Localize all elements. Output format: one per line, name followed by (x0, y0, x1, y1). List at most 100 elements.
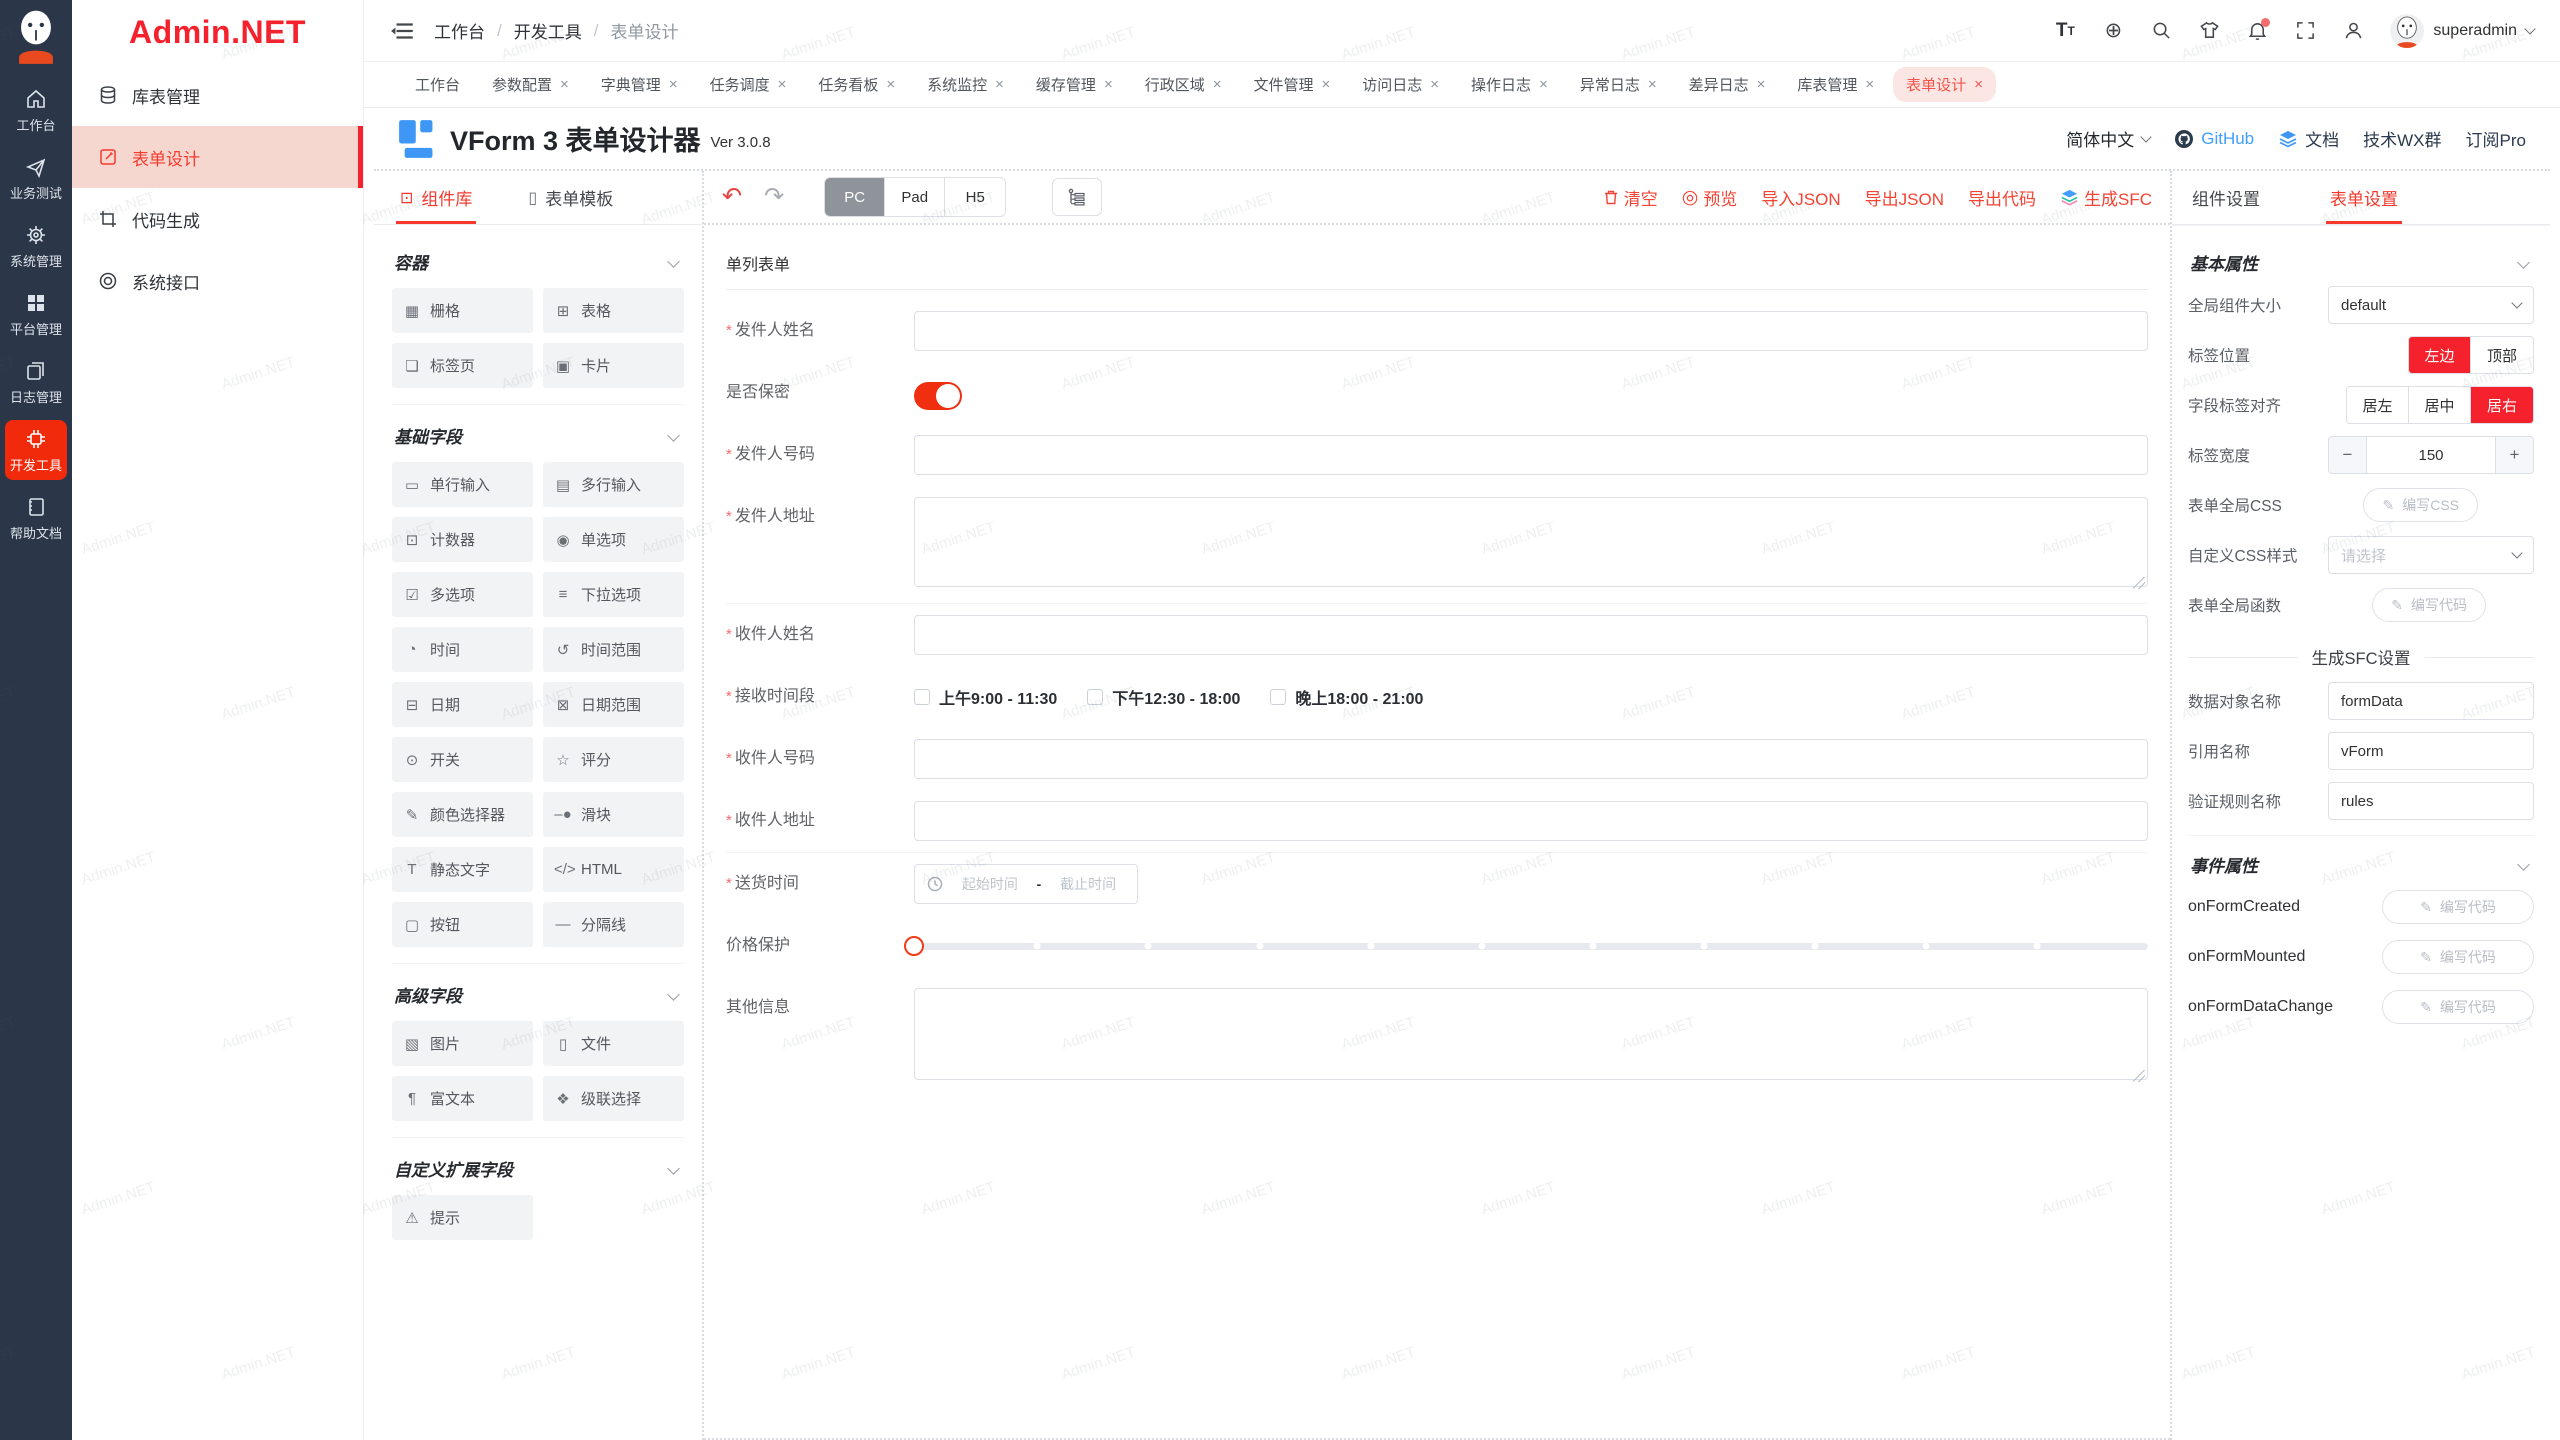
widget-textarea[interactable]: ▤多行输入 (543, 462, 684, 507)
time-slot-morning[interactable]: 上午9:00 - 11:30 (914, 685, 1057, 709)
export-code-button[interactable]: 导出代码 (1968, 185, 2036, 210)
page-tab[interactable]: 访问日志× (1349, 67, 1452, 102)
widget-switch[interactable]: ⊙开关 (392, 737, 533, 782)
page-tab[interactable]: 任务看板× (805, 67, 908, 102)
basic-props-header[interactable]: 基本属性 (2190, 250, 2532, 275)
slider-track[interactable] (914, 943, 2148, 950)
confidential-switch[interactable] (914, 382, 962, 410)
price-protection-slider[interactable] (914, 926, 2148, 966)
rail-item-dev-tools[interactable]: 开发工具 (5, 420, 67, 480)
field-receive-time-slots[interactable]: *接收时间段 上午9:00 - 11:30 下午12:30 - 18:00 晚上… (726, 666, 2148, 728)
slider-handle[interactable] (904, 936, 924, 956)
widget-rate[interactable]: ☆评分 (543, 737, 684, 782)
page-tab[interactable]: 缓存管理× (1023, 67, 1126, 102)
page-tab[interactable]: 库表管理× (1784, 67, 1887, 102)
edit-code-button[interactable]: ✎ 编写代码 (2382, 940, 2534, 974)
wx-group-link[interactable]: 技术WX群 (2363, 126, 2441, 151)
breadcrumb-item[interactable]: 开发工具 (514, 18, 582, 43)
page-tab[interactable]: 异常日志× (1567, 67, 1670, 102)
form-canvas[interactable]: 单列表单 *发件人姓名 是否保密 *发件人号码 (704, 225, 2170, 1440)
section-header[interactable]: 高级字段 (394, 982, 682, 1007)
widget-date-range[interactable]: ⊠日期范围 (543, 682, 684, 727)
widget-tabs[interactable]: ❏标签页 (392, 343, 533, 388)
widget-rich-editor[interactable]: ¶富文本 (392, 1076, 533, 1121)
section-header[interactable]: 基础字段 (394, 423, 682, 448)
user-menu[interactable]: superadmin (2390, 14, 2534, 48)
notification-icon[interactable] (2246, 20, 2268, 42)
rail-item-system-mgmt[interactable]: 系统管理 (5, 216, 67, 276)
sidebar-item-system-api[interactable]: 系统接口 (72, 250, 363, 312)
tab-form-settings[interactable]: 表单设置 (2330, 171, 2398, 224)
section-header[interactable]: 自定义扩展字段 (394, 1156, 682, 1181)
widget-file[interactable]: ▯文件 (543, 1021, 684, 1066)
label-position-top-button[interactable]: 顶部 (2471, 337, 2533, 373)
global-size-select[interactable]: default (2328, 286, 2534, 324)
tab-component-settings[interactable]: 组件设置 (2192, 171, 2260, 224)
page-tab[interactable]: 系统监控× (914, 67, 1017, 102)
widget-time[interactable]: ◔时间 (392, 627, 533, 672)
widget-checkbox[interactable]: ☑多选项 (392, 572, 533, 617)
field-sender-address[interactable]: *发件人地址 (726, 486, 2148, 603)
edit-code-button[interactable]: ✎ 编写代码 (2382, 890, 2534, 924)
edit-code-button[interactable]: ✎ 编写代码 (2372, 588, 2486, 622)
rules-name-input[interactable] (2328, 782, 2534, 820)
font-size-icon[interactable]: TT (2054, 20, 2076, 42)
close-icon[interactable]: × (1865, 76, 1874, 93)
subscribe-pro-link[interactable]: 订阅Pro (2466, 126, 2526, 151)
rail-item-workbench[interactable]: 工作台 (5, 80, 67, 140)
field-price-protection[interactable]: 价格保护 (726, 915, 2148, 977)
page-tab[interactable]: 工作台 (402, 67, 473, 102)
recipient-name-input[interactable] (914, 615, 2148, 655)
rail-item-business-test[interactable]: 业务测试 (5, 148, 67, 208)
edit-css-button[interactable]: ✎ 编写CSS (2363, 488, 2478, 522)
close-icon[interactable]: × (560, 76, 569, 93)
widget-date[interactable]: ⊟日期 (392, 682, 533, 727)
undo-icon[interactable]: ↶ (722, 185, 742, 209)
close-icon[interactable]: × (1648, 76, 1657, 93)
language-icon[interactable]: ⊕ (2102, 20, 2124, 42)
tab-form-templates[interactable]: ▯ 表单模板 (528, 171, 613, 224)
breadcrumb-item[interactable]: 工作台 (434, 18, 485, 43)
other-info-textarea[interactable] (914, 988, 2148, 1080)
redo-icon[interactable]: ↷ (764, 185, 784, 209)
docs-link[interactable]: 文档 (2278, 126, 2339, 151)
page-tab[interactable]: 任务调度× (697, 67, 800, 102)
app-logo[interactable] (10, 8, 62, 68)
export-json-button[interactable]: 导出JSON (1865, 185, 1944, 210)
preview-button[interactable]: ◎ 预览 (1682, 185, 1738, 210)
recipient-number-input[interactable] (914, 739, 2148, 779)
github-link[interactable]: GitHub (2174, 129, 2254, 149)
sidebar-item-code-gen[interactable]: 代码生成 (72, 188, 363, 250)
rail-item-log-mgmt[interactable]: 日志管理 (5, 352, 67, 412)
ref-name-input[interactable] (2328, 732, 2534, 770)
import-json-button[interactable]: 导入JSON (1761, 185, 1840, 210)
widget-button[interactable]: ▢按钮 (392, 902, 533, 947)
delivery-time-range-picker[interactable]: 起始时间 - 截止时间 (914, 864, 1138, 904)
time-slot-afternoon[interactable]: 下午12:30 - 18:00 (1087, 685, 1240, 709)
field-recipient-name[interactable]: *收件人姓名 (726, 604, 2148, 666)
page-tab[interactable]: 差异日志× (1676, 67, 1779, 102)
widget-slider[interactable]: –●滑块 (543, 792, 684, 837)
close-icon[interactable]: × (1213, 76, 1222, 93)
custom-css-select[interactable]: 请选择 (2328, 536, 2534, 574)
widget-static-text[interactable]: T静态文字 (392, 847, 533, 892)
close-icon[interactable]: × (1757, 76, 1766, 93)
widget-grid-layout[interactable]: ▦栅格 (392, 288, 533, 333)
widget-card[interactable]: ▣卡片 (543, 343, 684, 388)
page-tab[interactable]: 文件管理× (1240, 67, 1343, 102)
profile-icon[interactable] (2342, 20, 2364, 42)
decrease-button[interactable]: − (2329, 437, 2367, 473)
generate-sfc-button[interactable]: 生成SFC (2060, 185, 2152, 210)
field-recipient-number[interactable]: *收件人号码 (726, 728, 2148, 790)
recipient-address-input[interactable] (914, 801, 2148, 841)
close-icon[interactable]: × (1974, 76, 1983, 93)
field-other-info[interactable]: 其他信息 (726, 977, 2148, 1096)
widget-alert[interactable]: ⚠提示 (392, 1195, 533, 1240)
widget-radio[interactable]: ◉单选项 (543, 517, 684, 562)
language-select[interactable]: 简体中文 (2066, 126, 2150, 151)
form-title-widget[interactable]: 单列表单 (726, 241, 2148, 290)
sender-name-input[interactable] (914, 311, 2148, 351)
collapse-menu-icon[interactable] (390, 18, 416, 44)
page-tab[interactable]: 行政区域× (1132, 67, 1235, 102)
widget-time-range[interactable]: ↺时间范围 (543, 627, 684, 672)
